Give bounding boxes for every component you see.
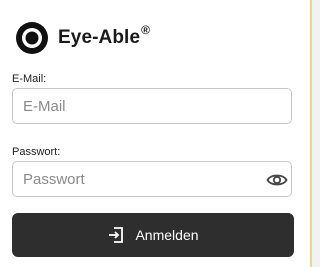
password-input[interactable] xyxy=(12,161,292,197)
trademark-symbol: ® xyxy=(141,23,150,37)
brand-name: Eye-Able xyxy=(58,27,141,48)
eye-icon[interactable] xyxy=(266,170,288,190)
login-icon xyxy=(109,227,124,243)
login-card: Eye-Able® E-Mail: Passwort: Anmelden xyxy=(0,0,312,267)
brand-logo: Eye-Able ® xyxy=(16,22,150,54)
eye-able-logo-icon xyxy=(16,22,48,54)
login-button[interactable]: Anmelden xyxy=(12,213,294,257)
password-label: Passwort: xyxy=(12,146,61,158)
email-label: E-Mail: xyxy=(12,73,47,85)
email-input[interactable] xyxy=(12,88,292,124)
login-button-label: Anmelden xyxy=(135,227,199,243)
